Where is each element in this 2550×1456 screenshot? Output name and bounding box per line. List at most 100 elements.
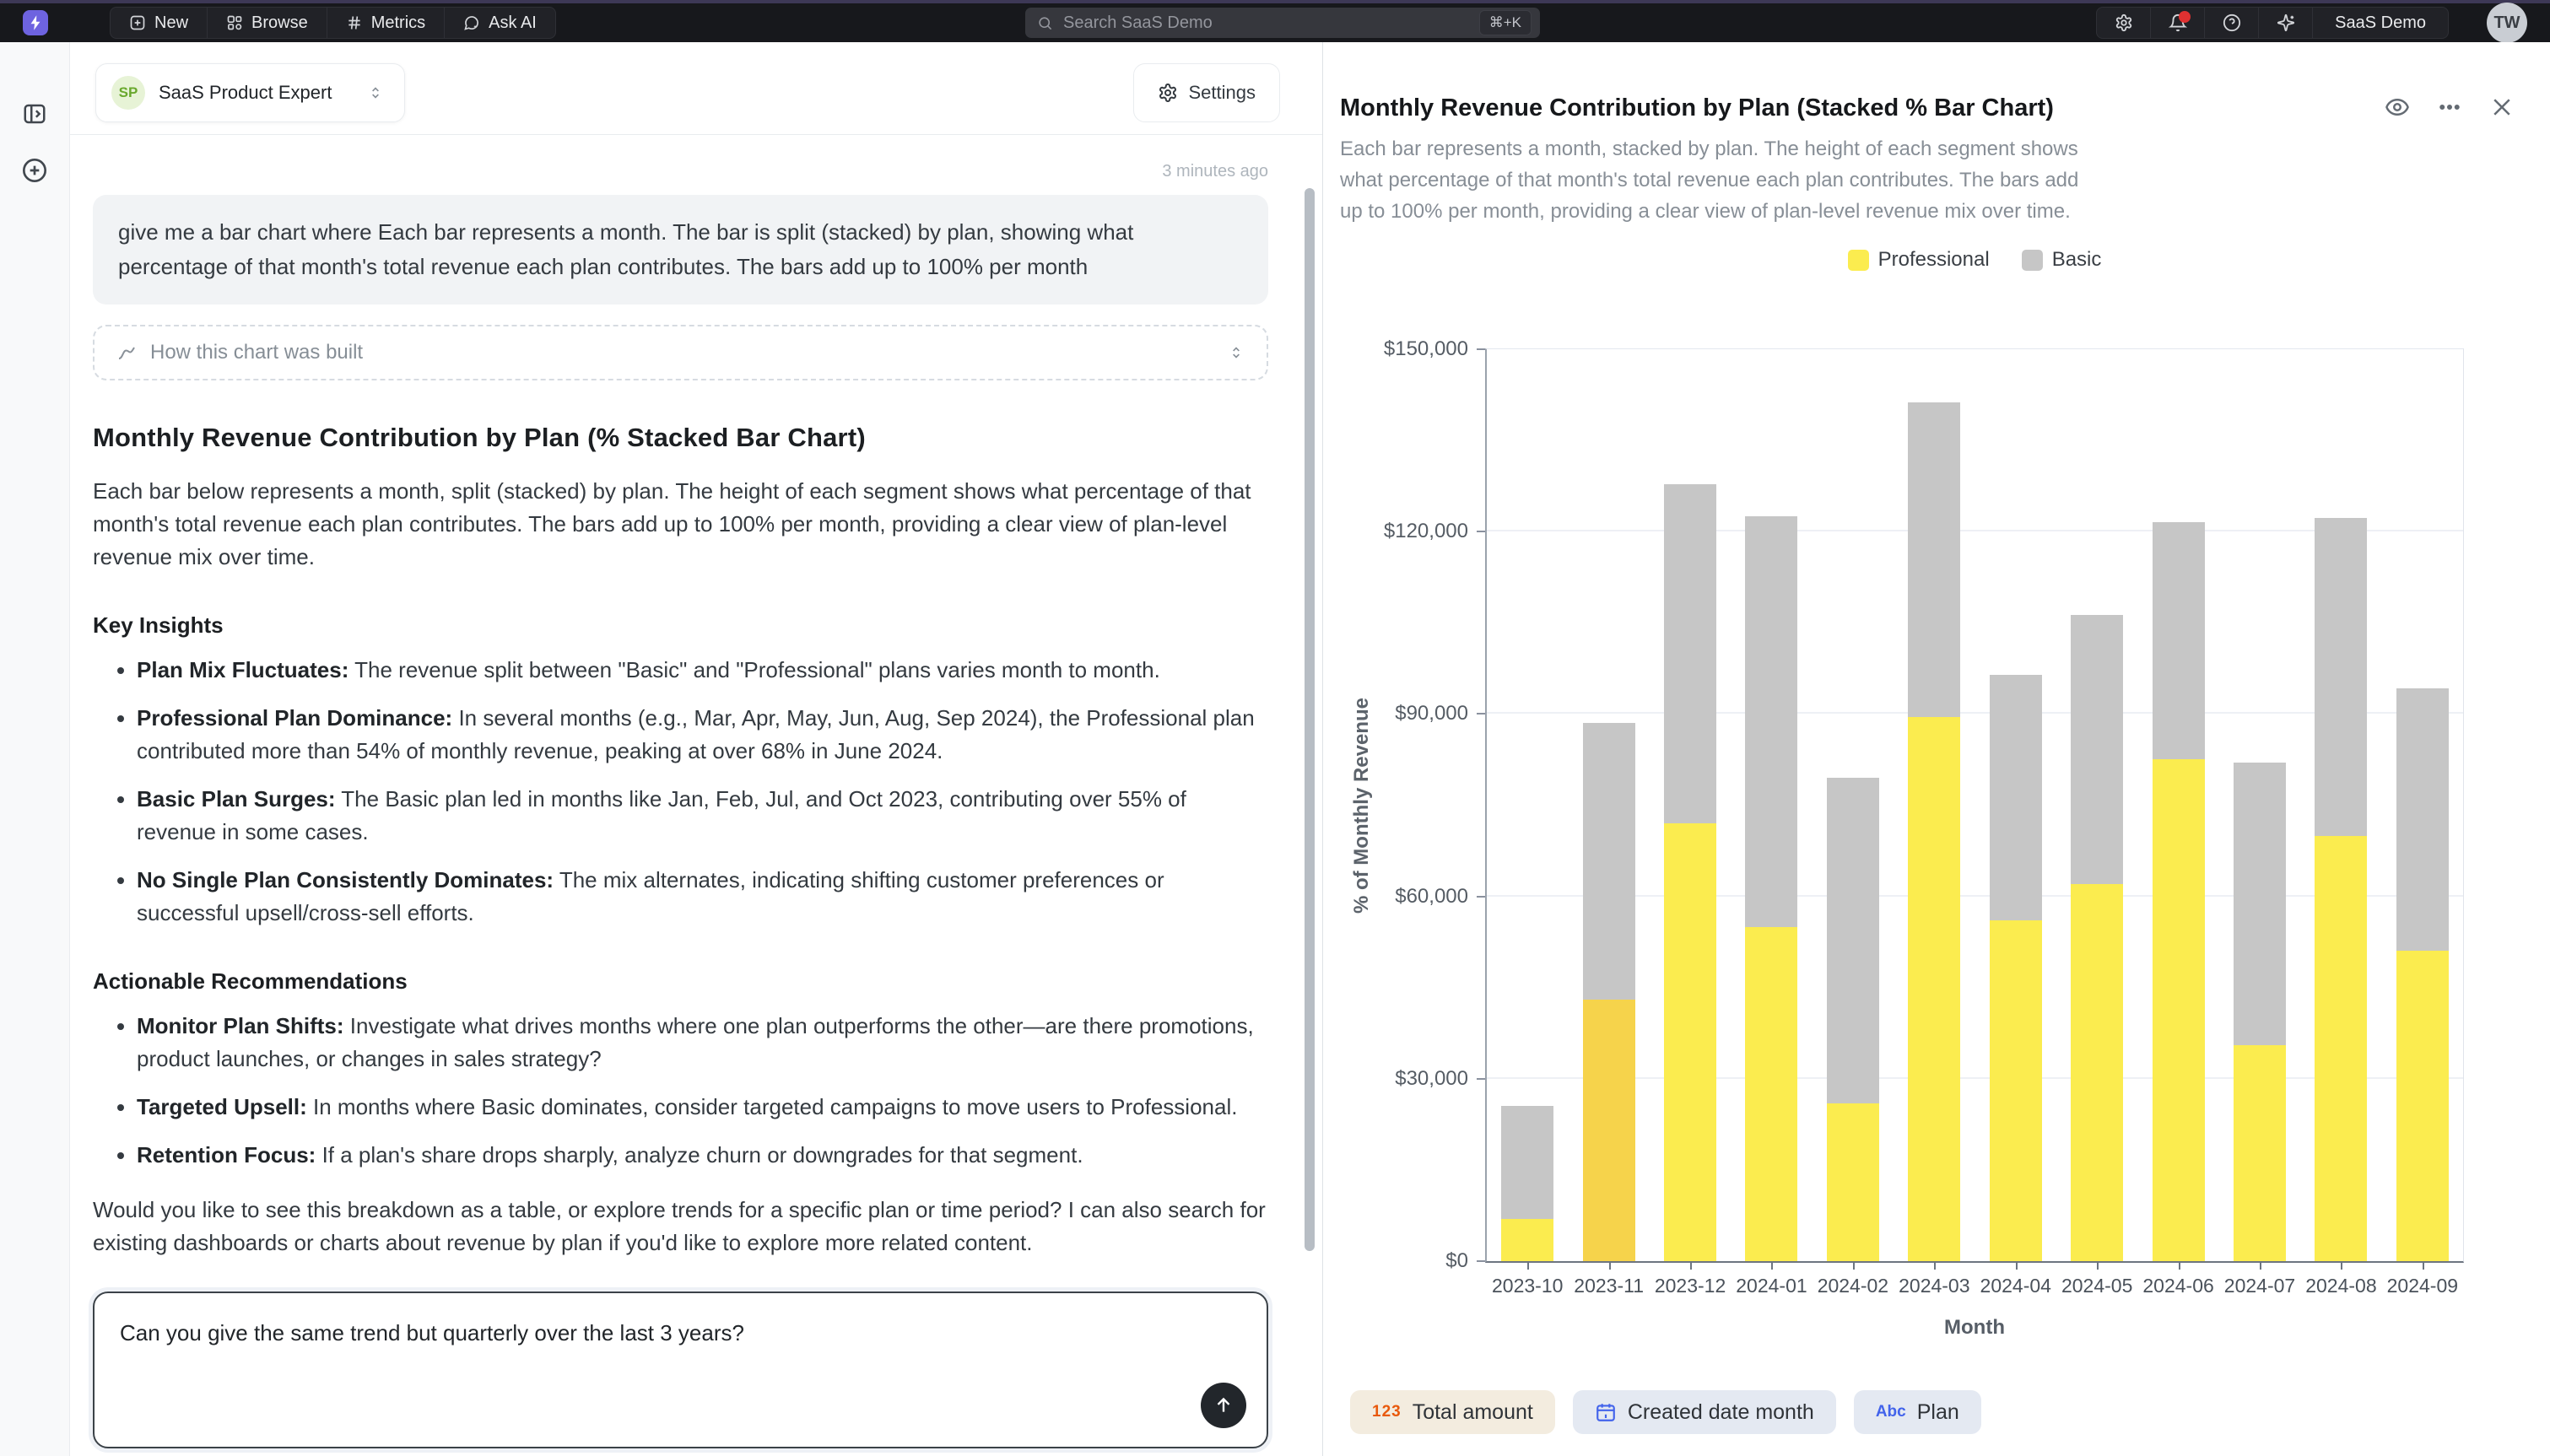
- x-tick-label: 2023-12: [1650, 1275, 1731, 1297]
- segment-basic[interactable]: [2315, 518, 2367, 835]
- agent-selector[interactable]: SP SaaS Product Expert: [95, 63, 405, 122]
- field-tag-total-amount[interactable]: 123 Total amount: [1350, 1390, 1555, 1434]
- segment-professional[interactable]: [1827, 1103, 1879, 1261]
- segment-basic[interactable]: [1745, 516, 1797, 926]
- chat-input[interactable]: Can you give the same trend but quarterl…: [93, 1292, 1268, 1448]
- x-tick-mark: [1934, 1261, 1936, 1270]
- bar-2024-03[interactable]: [1894, 349, 1975, 1261]
- list-item: Basic Plan Surges: The Basic plan led in…: [137, 783, 1268, 849]
- segment-professional[interactable]: [2153, 759, 2205, 1261]
- chart-curve-icon: [116, 342, 137, 363]
- search-placeholder: Search SaaS Demo: [1063, 13, 1479, 33]
- y-tick-mark: [1477, 1078, 1485, 1080]
- user-avatar[interactable]: TW: [2487, 3, 2527, 43]
- segment-professional[interactable]: [1501, 1219, 1553, 1261]
- x-tick-mark: [2260, 1261, 2261, 1270]
- bar-2023-10[interactable]: [1487, 349, 1568, 1261]
- global-search-input[interactable]: Search SaaS Demo ⌘+K: [1025, 8, 1540, 38]
- arrow-up-icon: [1213, 1394, 1234, 1416]
- segment-professional[interactable]: [2234, 1045, 2286, 1261]
- y-tick-label: $120,000: [1384, 520, 1468, 543]
- legend-swatch: [2022, 250, 2043, 271]
- segment-basic[interactable]: [1583, 723, 1635, 1000]
- settings-nav-button[interactable]: [2097, 8, 2151, 38]
- hash-icon: [346, 14, 363, 31]
- send-button[interactable]: [1201, 1383, 1246, 1428]
- x-tick-mark: [2016, 1261, 2018, 1270]
- close-icon[interactable]: [2489, 94, 2515, 120]
- bar-2024-08[interactable]: [2300, 349, 2381, 1261]
- segment-basic[interactable]: [1908, 402, 1960, 717]
- segment-basic[interactable]: [1990, 675, 2042, 921]
- new-button[interactable]: New: [111, 8, 208, 38]
- x-tick-label: 2024-07: [2219, 1275, 2300, 1297]
- segment-professional[interactable]: [1664, 823, 1716, 1261]
- ai-assistant-button[interactable]: [2259, 8, 2313, 38]
- stacked-bar-chart[interactable]: $0$30,000$60,000$90,000$120,000$150,0002…: [1485, 348, 2464, 1263]
- bar-2024-09[interactable]: [2382, 349, 2463, 1261]
- segment-professional[interactable]: [2315, 836, 2367, 1261]
- chat-sparkle-icon: [463, 14, 480, 31]
- bar-2024-05[interactable]: [2056, 349, 2137, 1261]
- scrollbar-thumb[interactable]: [1305, 188, 1315, 1251]
- segment-professional[interactable]: [1908, 717, 1960, 1261]
- recommendations-list: Monitor Plan Shifts: Investigate what dr…: [93, 1010, 1268, 1172]
- metrics-button[interactable]: Metrics: [327, 8, 445, 38]
- ask-ai-button[interactable]: Ask AI: [445, 8, 555, 38]
- y-tick-mark: [1477, 713, 1485, 715]
- how-built-collapsible[interactable]: How this chart was built: [93, 325, 1268, 380]
- y-axis-title: % of Monthly Revenue: [1350, 698, 1374, 914]
- bar-2024-04[interactable]: [1975, 349, 2056, 1261]
- segment-basic[interactable]: [2234, 763, 2286, 1045]
- insights-list: Plan Mix Fluctuates: The revenue split b…: [93, 654, 1268, 930]
- segment-basic[interactable]: [1827, 778, 1879, 1103]
- segment-basic[interactable]: [1664, 484, 1716, 823]
- nav-button-group: New Browse Metrics Ask AI: [110, 7, 556, 39]
- list-item: Retention Focus: If a plan's share drops…: [137, 1139, 1268, 1172]
- app-logo[interactable]: [23, 10, 48, 35]
- x-tick-mark: [1527, 1261, 1529, 1270]
- field-tag-plan[interactable]: Abc Plan: [1854, 1390, 1981, 1434]
- segment-professional[interactable]: [1583, 1000, 1635, 1261]
- agent-settings-button[interactable]: Settings: [1133, 63, 1281, 122]
- chat-panel: SP SaaS Product Expert Settings 3 minute…: [70, 42, 1322, 1456]
- notification-badge: [2179, 11, 2191, 23]
- assistant-response: Monthly Revenue Contribution by Plan (% …: [93, 423, 1268, 1259]
- number-field-icon: 123: [1372, 1403, 1402, 1421]
- browse-button[interactable]: Browse: [208, 8, 327, 38]
- segment-professional[interactable]: [1745, 927, 1797, 1261]
- segment-basic[interactable]: [2071, 615, 2123, 884]
- legend-item-basic[interactable]: Basic: [2022, 248, 2102, 272]
- x-tick-label: 2024-01: [1731, 1275, 1812, 1297]
- x-tick-mark: [1609, 1261, 1611, 1270]
- new-thread-icon[interactable]: [21, 157, 48, 184]
- legend-item-professional[interactable]: Professional: [1848, 248, 1990, 272]
- segment-professional[interactable]: [2071, 884, 2123, 1261]
- segment-professional[interactable]: [2396, 951, 2449, 1261]
- segment-basic[interactable]: [2396, 688, 2449, 951]
- bar-2024-01[interactable]: [1731, 349, 1812, 1261]
- segment-professional[interactable]: [1990, 920, 2042, 1261]
- segment-basic[interactable]: [2153, 522, 2205, 759]
- segment-basic[interactable]: [1501, 1106, 1553, 1218]
- sparkles-icon: [2277, 13, 2295, 32]
- y-tick-mark: [1477, 896, 1485, 898]
- agent-name: SaaS Product Expert: [159, 82, 332, 104]
- x-tick-label: 2024-09: [2382, 1275, 2463, 1297]
- bar-2023-12[interactable]: [1650, 349, 1731, 1261]
- text-field-icon: Abc: [1876, 1403, 1906, 1421]
- help-button[interactable]: [2205, 8, 2259, 38]
- eye-icon[interactable]: [2385, 94, 2410, 120]
- bar-2024-07[interactable]: [2219, 349, 2300, 1261]
- calendar-icon: [1595, 1401, 1617, 1423]
- sidebar-toggle-icon[interactable]: [22, 101, 47, 127]
- bar-2023-11[interactable]: [1568, 349, 1649, 1261]
- project-switcher[interactable]: SaaS Demo: [2313, 8, 2448, 38]
- field-tag-created-date-month[interactable]: Created date month: [1573, 1390, 1836, 1434]
- bar-2024-06[interactable]: [2137, 349, 2218, 1261]
- bar-2024-02[interactable]: [1813, 349, 1894, 1261]
- ellipsis-icon[interactable]: [2437, 94, 2462, 120]
- notifications-button[interactable]: [2151, 8, 2205, 38]
- nav-item-label: Metrics: [371, 13, 425, 33]
- chat-scroll-area[interactable]: 3 minutes ago give me a bar chart where …: [70, 135, 1322, 1456]
